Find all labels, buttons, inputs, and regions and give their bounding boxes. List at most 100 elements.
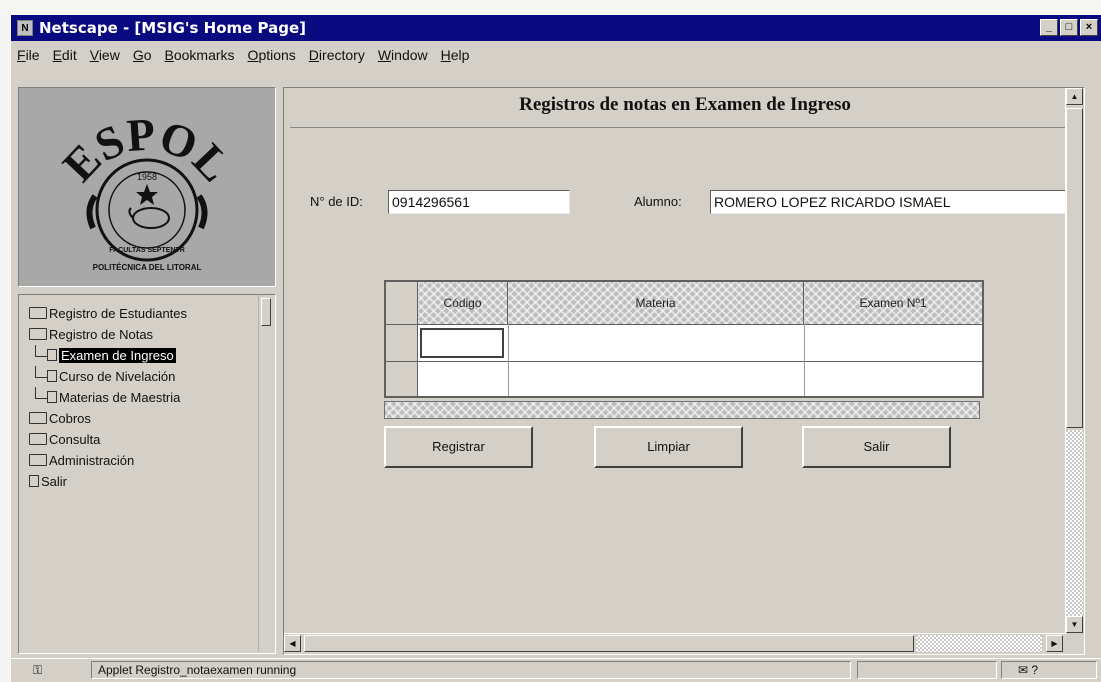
tree-item[interactable]: Registro de Estudiantes: [29, 303, 187, 324]
menu-directory[interactable]: Directory: [309, 47, 365, 63]
row-header[interactable]: [386, 325, 418, 361]
id-field[interactable]: 0914296561: [388, 190, 570, 214]
maximize-button[interactable]: □: [1060, 19, 1078, 36]
folder-icon: [29, 412, 47, 424]
title-bar[interactable]: N Netscape - [MSIG's Home Page] _ □ ×: [11, 15, 1101, 41]
menu-mnemonic: F: [17, 47, 26, 63]
mail-icon[interactable]: ✉: [1018, 663, 1028, 677]
tree-item[interactable]: Administración: [29, 450, 187, 471]
tree-item-label: Curso de Nivelación: [59, 369, 176, 384]
menu-mnemonic: B: [164, 47, 174, 63]
document-icon: [47, 349, 57, 361]
menu-file[interactable]: File: [17, 47, 40, 63]
tree-connector: [35, 387, 48, 399]
scroll-right-arrow-icon[interactable]: ▶: [1046, 635, 1063, 652]
tree-list: Registro de Estudiantes Registro de Notas…: [29, 303, 187, 492]
menu-label-rest: iew: [98, 47, 120, 63]
tree-item[interactable]: Registro de Notas: [29, 324, 187, 345]
tree-item[interactable]: Salir: [29, 471, 187, 492]
clear-button[interactable]: Limpiar: [594, 426, 743, 468]
content-horizontal-scrollbar[interactable]: ◀ ▶: [284, 633, 1066, 654]
scroll-left-arrow-icon[interactable]: ◀: [284, 635, 301, 652]
column-materia[interactable]: Materia: [508, 282, 804, 324]
scroll-up-arrow-icon[interactable]: ▲: [1066, 88, 1083, 105]
menu-mnemonic: H: [440, 47, 451, 63]
column-divider: [804, 324, 805, 396]
menu-view[interactable]: View: [90, 47, 120, 63]
tree-item[interactable]: Materias de Maestria: [29, 387, 187, 408]
netscape-icon: N: [17, 20, 33, 36]
register-button[interactable]: Registrar: [384, 426, 533, 468]
menu-label-rest: dit: [61, 47, 77, 63]
tree-item-label: Materias de Maestria: [59, 390, 181, 405]
menu-window[interactable]: Window: [378, 47, 428, 63]
menu-label-rest: elp: [450, 47, 470, 63]
minimize-button[interactable]: _: [1040, 19, 1058, 36]
tree-item[interactable]: Cobros: [29, 408, 187, 429]
folder-icon: [29, 307, 47, 319]
id-label: N° de ID:: [310, 194, 363, 209]
grid-corner: [386, 282, 418, 324]
menu-label-rest: ptions: [258, 47, 296, 63]
menu-help[interactable]: Help: [441, 47, 470, 63]
espol-logo: ESPOL 1958 FACULTAS SEPTENTR POLITÉCNICA…: [18, 87, 276, 287]
horizontal-scroll-track[interactable]: [916, 635, 1042, 652]
exit-button[interactable]: Salir: [802, 426, 951, 468]
grid-horizontal-scrollbar[interactable]: [384, 401, 980, 419]
menu-mnemonic: D: [308, 47, 319, 63]
document-icon: [29, 475, 39, 487]
student-field[interactable]: ROMERO LOPEZ RICARDO ISMAEL: [710, 190, 1068, 214]
logo-institution: POLITÉCNICA DEL LITORAL: [93, 263, 202, 272]
logo-motto: FACULTAS SEPTENTR: [109, 247, 185, 254]
window-controls: _ □ ×: [1040, 19, 1098, 36]
menu-options[interactable]: Options: [248, 47, 296, 63]
folder-icon: [29, 433, 47, 445]
menu-go[interactable]: Go: [133, 47, 152, 63]
page-title: Registros de notas en Examen de Ingreso: [519, 94, 851, 115]
navigation-tree: Registro de Estudiantes Registro de Notas…: [18, 294, 276, 654]
menu-bar: File Edit View Go Bookmarks Options Directory W…: [11, 42, 1101, 68]
codigo-edit-cell[interactable]: [420, 328, 504, 358]
grades-grid[interactable]: Código Materia Examen Nº1: [384, 280, 984, 398]
tree-item-label: Administración: [49, 453, 135, 468]
row-divider: [386, 361, 982, 362]
column-codigo[interactable]: Código: [418, 282, 508, 324]
horizontal-scroll-thumb[interactable]: [304, 635, 914, 652]
tree-item-label: Consulta: [49, 432, 101, 447]
window-title: Netscape - [MSIG's Home Page]: [39, 19, 307, 37]
tree-item-label: Examen de Ingreso: [59, 348, 176, 363]
title-divider: [290, 127, 1080, 128]
folder-icon: [29, 454, 47, 466]
folder-open-icon: [29, 328, 47, 340]
tree-item[interactable]: Examen de Ingreso: [29, 345, 187, 366]
column-examen[interactable]: Examen Nº1: [804, 282, 982, 324]
tree-item-label: Registro de Estudiantes: [49, 306, 188, 321]
menu-label-rest: o: [143, 47, 152, 63]
status-text: Applet Registro_notaexamen running: [91, 661, 851, 679]
tree-connector: [35, 345, 48, 357]
page-top-band: [0, 0, 1101, 14]
tree-scrollbar[interactable]: [258, 295, 273, 651]
menu-mnemonic: V: [89, 47, 99, 63]
scroll-down-arrow-icon[interactable]: ▼: [1066, 616, 1083, 633]
menu-bookmarks[interactable]: Bookmarks: [165, 47, 235, 63]
row-header[interactable]: [386, 362, 418, 396]
menu-label-rest: indow: [391, 47, 428, 63]
mail-status[interactable]: ✉ ?: [1001, 661, 1097, 679]
tree-item[interactable]: Consulta: [29, 429, 187, 450]
menu-edit[interactable]: Edit: [53, 47, 77, 63]
help-indicator[interactable]: ?: [1031, 663, 1038, 677]
menu-mnemonic: O: [247, 47, 259, 63]
tree-scroll-thumb[interactable]: [261, 298, 271, 326]
menu-label-rest: ile: [25, 47, 40, 63]
close-button[interactable]: ×: [1080, 19, 1098, 36]
browser-window: N Netscape - [MSIG's Home Page] _ □ × Fi…: [10, 14, 1101, 682]
applet-content: Registros de notas en Examen de Ingreso …: [283, 87, 1085, 655]
vertical-scroll-track[interactable]: [1066, 430, 1083, 616]
menu-mnemonic: G: [132, 47, 144, 63]
content-vertical-scrollbar[interactable]: ▲ ▼: [1065, 88, 1084, 634]
vertical-scroll-thumb[interactable]: [1066, 108, 1083, 428]
tree-item-label: Cobros: [49, 411, 91, 426]
status-bar: ⚿ Applet Registro_notaexamen running ✉ ?: [11, 658, 1101, 682]
tree-item[interactable]: Curso de Nivelación: [29, 366, 187, 387]
